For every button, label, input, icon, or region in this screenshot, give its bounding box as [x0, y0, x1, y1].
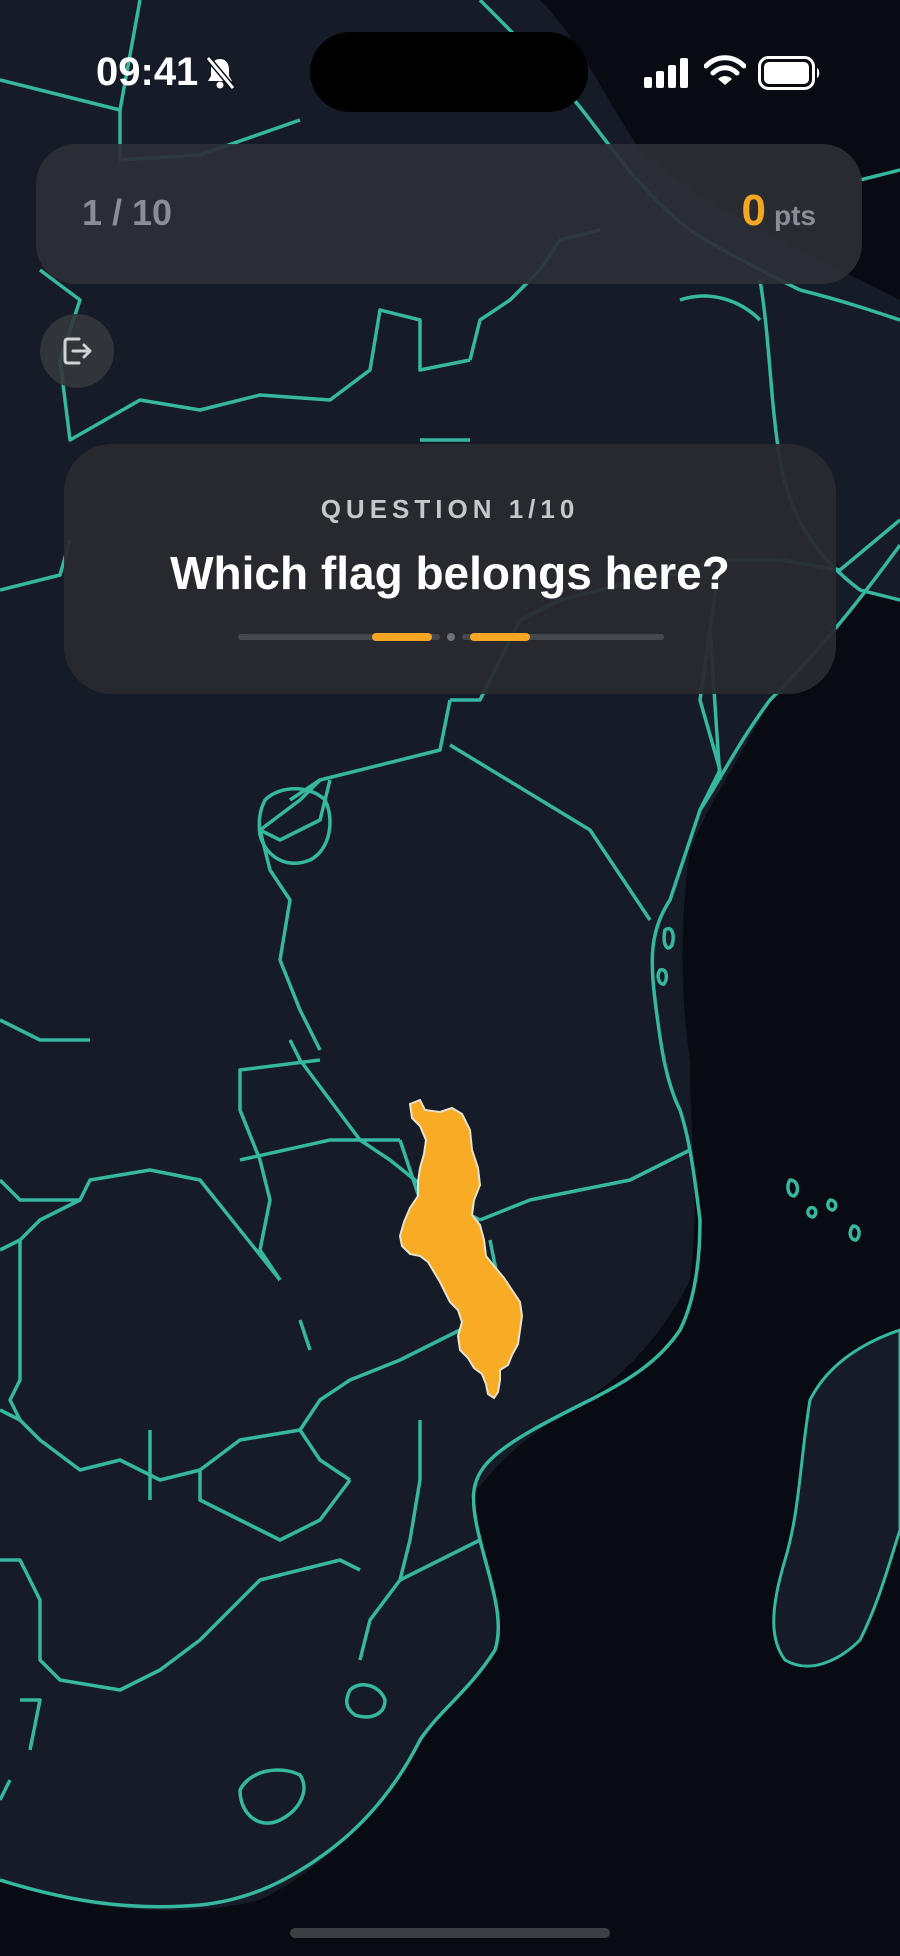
exit-button[interactable]	[40, 314, 114, 388]
score-display: 0 pts	[742, 186, 816, 236]
wifi-icon	[704, 55, 746, 85]
dynamic-island	[310, 32, 588, 112]
cellular-signal-icon	[644, 58, 688, 88]
map-view[interactable]	[0, 0, 900, 1956]
score-bar: 1 / 10 0 pts	[36, 144, 862, 284]
question-label: QUESTION 1/10	[320, 494, 580, 524]
question-progress-bar	[238, 633, 664, 641]
status-time: 09:41	[96, 50, 199, 94]
score-value: 0	[741, 186, 766, 235]
battery-icon	[758, 56, 820, 90]
score-unit: pts	[774, 200, 816, 231]
question-progress-text: 1 / 10	[82, 192, 173, 233]
home-indicator	[290, 1928, 610, 1938]
bell-slash-icon	[205, 56, 236, 90]
quiz-screen: 09:41 1 / 10 0 pts QUESTION 1/10 Which f…	[0, 0, 900, 1956]
status-bar: 09:41	[0, 0, 900, 150]
exit-icon	[63, 337, 92, 365]
question-title: Which flag belongs here?	[170, 547, 730, 599]
question-card: QUESTION 1/10 Which flag belongs here?	[64, 444, 836, 694]
